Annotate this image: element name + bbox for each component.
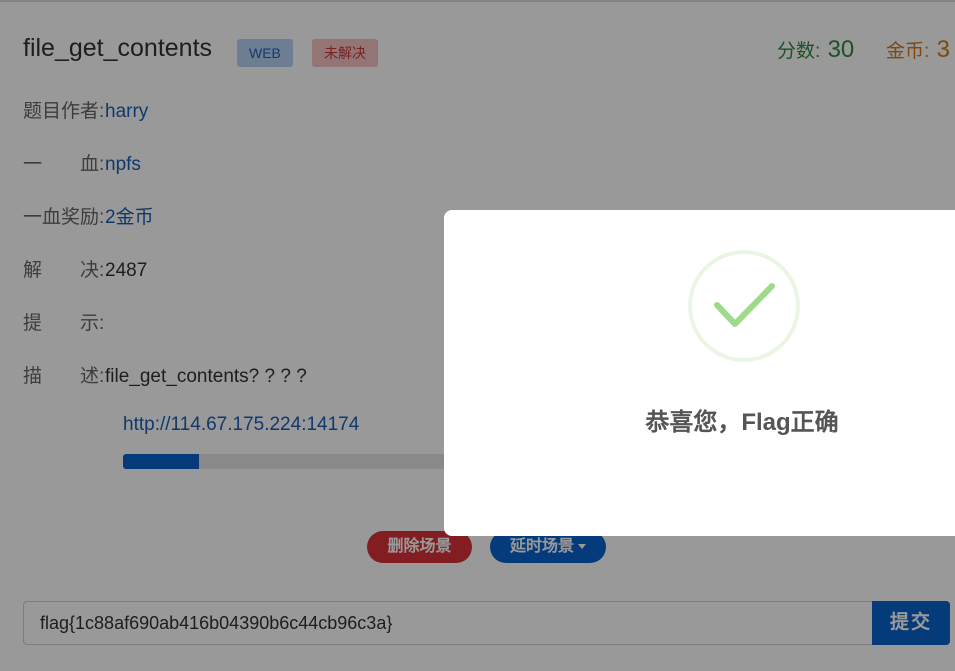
success-dialog: 恭喜您，Flag正确 [444,210,955,536]
success-check-icon [688,250,800,362]
success-message: 恭喜您，Flag正确 [444,402,955,437]
